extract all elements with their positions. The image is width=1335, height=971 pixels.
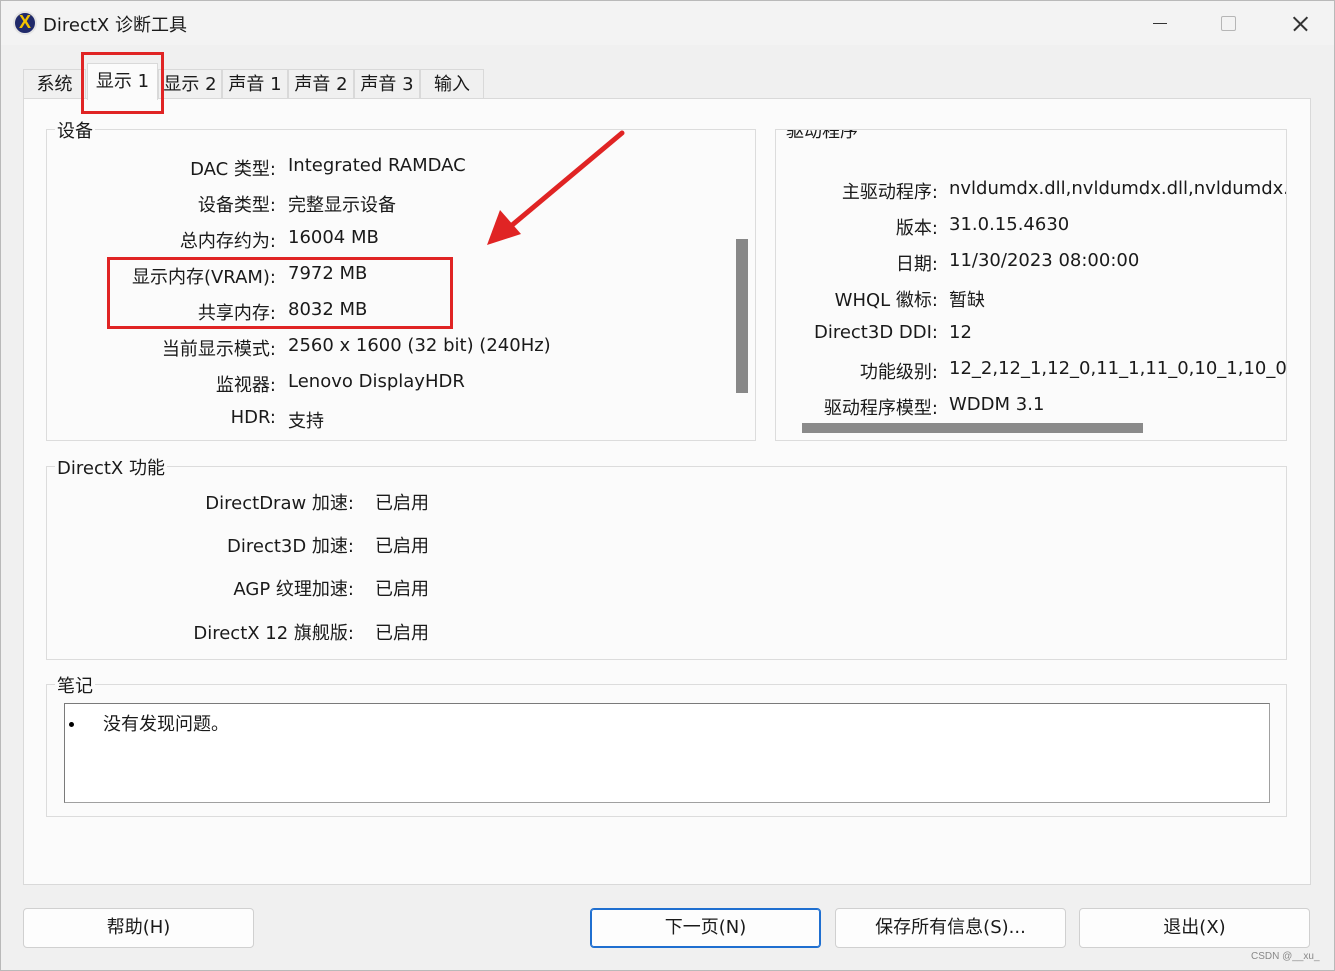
maximize-button[interactable] (1194, 1, 1262, 45)
driver-model-value: WDDM 3.1 (949, 394, 1045, 415)
dx12-ultimate-value: 已启用 (375, 623, 429, 644)
date-value: 11/30/2023 08:00:00 (949, 250, 1140, 271)
d3d-ddi-value: 12 (949, 322, 972, 343)
notes-group-title: 笔记 (55, 672, 95, 698)
whql-label: WHQL 徽标: (834, 290, 938, 311)
close-button[interactable] (1265, 1, 1333, 45)
tab-input[interactable]: 输入 (420, 69, 484, 99)
features-group-title: DirectX 功能 (55, 454, 167, 480)
dx12-ultimate-label: DirectX 12 旗舰版: (193, 623, 354, 644)
directx-diag-window: DirectX 诊断工具 系统 显示 1 显示 2 声音 1 声音 2 声音 3… (0, 0, 1335, 971)
directx-features-group: DirectX 功能 DirectDraw 加速: 已启用 Direct3D 加… (46, 454, 1287, 660)
monitor-value: Lenovo DisplayHDR (288, 371, 465, 392)
tab-sound-1[interactable]: 声音 1 (222, 69, 288, 99)
tab-display-1[interactable]: 显示 1 (87, 63, 158, 100)
window-title: DirectX 诊断工具 (43, 15, 187, 36)
red-arrow-annotation (487, 130, 625, 245)
device-vertical-scrollbar[interactable] (736, 239, 748, 393)
monitor-label: 监视器: (215, 375, 276, 396)
note-item: 没有发现问题。 (103, 714, 229, 735)
directdraw-value: 已启用 (375, 493, 429, 514)
directx-app-icon (13, 11, 37, 35)
vram-label: 显示内存(VRAM): (131, 267, 276, 288)
arrow-head (487, 210, 521, 245)
shared-memory-value: 8032 MB (288, 299, 368, 320)
display-mode-value: 2560 x 1600 (32 bit) (240Hz) (288, 335, 551, 356)
next-page-button[interactable]: 下一页(N) (590, 908, 821, 948)
display-mode-label: 当前显示模式: (161, 339, 276, 360)
watermark: CSDN @__xu_ (1251, 951, 1320, 962)
driver-model-label: 驱动程序模型: (823, 398, 938, 419)
driver-group: 驱动程序 主驱动程序: nvldumdx.dll,nvldumdx.dll,nv… (775, 129, 1287, 441)
arrow-shaft (502, 130, 625, 234)
tab-panel-display-1: 设备 DAC 类型: Integrated RAMDAC 设备类型: 完整显示设… (23, 98, 1311, 885)
shared-memory-label: 共享内存: (197, 303, 276, 324)
feature-levels-value: 12_2,12_1,12_0,11_1,11_0,10_1,10_0,9_3 (949, 358, 1287, 379)
vram-value: 7972 MB (288, 263, 368, 284)
tab-sound-3[interactable]: 声音 3 (354, 69, 420, 99)
device-type-value: 完整显示设备 (288, 195, 396, 216)
d3d-ddi-label: Direct3D DDI: (813, 322, 938, 343)
title-bar: DirectX 诊断工具 (1, 1, 1334, 45)
dac-type-label: DAC 类型: (190, 159, 276, 180)
main-driver-label: 主驱动程序: (841, 182, 938, 203)
hdr-value: 支持 (288, 411, 324, 432)
version-value: 31.0.15.4630 (949, 214, 1070, 235)
bullet-icon (69, 722, 74, 727)
driver-group-title: 驱动程序 (784, 130, 860, 143)
agp-value: 已启用 (375, 579, 429, 600)
dac-type-value: Integrated RAMDAC (288, 155, 466, 176)
total-memory-label: 总内存约为: (179, 231, 276, 252)
save-all-info-button[interactable]: 保存所有信息(S)... (835, 908, 1066, 948)
device-type-label: 设备类型: (197, 195, 276, 216)
minimize-button[interactable] (1126, 1, 1194, 45)
direct3d-value: 已启用 (375, 536, 429, 557)
directdraw-label: DirectDraw 加速: (205, 493, 354, 514)
driver-horizontal-scrollbar[interactable] (802, 423, 1143, 433)
whql-value: 暂缺 (949, 290, 985, 311)
tab-system[interactable]: 系统 (23, 69, 86, 99)
tab-sound-2[interactable]: 声音 2 (288, 69, 354, 99)
date-label: 日期: (895, 254, 938, 275)
agp-label: AGP 纹理加速: (233, 579, 354, 600)
tab-display-2[interactable]: 显示 2 (158, 69, 222, 99)
device-group-title: 设备 (55, 117, 95, 143)
total-memory-value: 16004 MB (288, 227, 379, 248)
feature-levels-label: 功能级别: (859, 362, 938, 383)
notes-textbox[interactable]: 没有发现问题。 (64, 703, 1270, 803)
version-label: 版本: (895, 218, 938, 239)
exit-button[interactable]: 退出(X) (1079, 908, 1310, 948)
main-driver-value: nvldumdx.dll,nvldumdx.dll,nvldumdx.dl (949, 178, 1287, 199)
hdr-label: HDR: (230, 407, 276, 428)
direct3d-label: Direct3D 加速: (227, 536, 354, 557)
help-button[interactable]: 帮助(H) (23, 908, 254, 948)
